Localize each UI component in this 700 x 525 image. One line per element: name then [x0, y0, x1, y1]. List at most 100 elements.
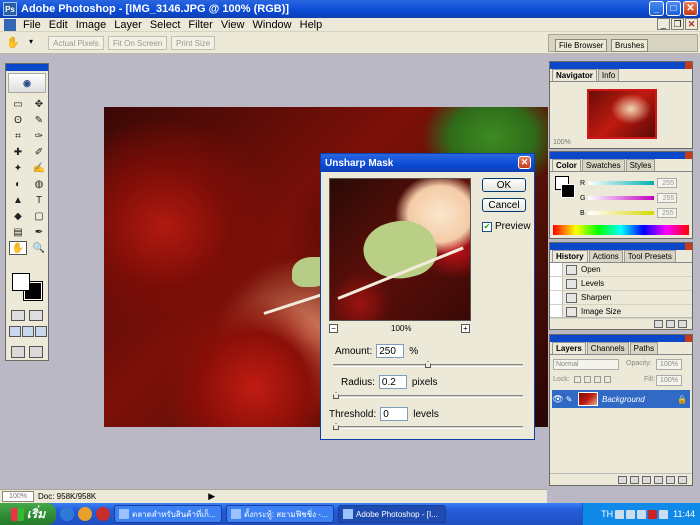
new-document-icon[interactable]	[654, 320, 663, 328]
lock-move-icon[interactable]	[594, 376, 601, 383]
amount-slider-thumb[interactable]	[425, 361, 431, 368]
maximize-button[interactable]: □	[666, 1, 681, 16]
standard-screen-mode-icon[interactable]	[9, 326, 21, 337]
marquee-tool-icon[interactable]: ▭	[9, 97, 27, 111]
trash-icon[interactable]	[678, 476, 687, 484]
green-channel-slider[interactable]	[588, 196, 655, 200]
menu-help[interactable]: Help	[296, 19, 327, 31]
tab-info[interactable]: Info	[597, 69, 620, 81]
move-tool-icon[interactable]: ✥	[30, 97, 48, 111]
amount-input[interactable]: 250	[376, 344, 405, 358]
new-snapshot-icon[interactable]	[666, 320, 675, 328]
zoom-out-button[interactable]: −	[329, 324, 338, 333]
tab-tool-presets[interactable]: Tool Presets	[623, 250, 676, 262]
type-tool-icon[interactable]: T	[30, 193, 48, 207]
ok-button[interactable]: OK	[482, 178, 526, 192]
tab-color[interactable]: Color	[552, 159, 581, 171]
trash-icon[interactable]	[678, 320, 687, 328]
menu-layer[interactable]: Layer	[110, 19, 146, 31]
tab-layers[interactable]: Layers	[552, 342, 586, 354]
doc-minimize-button[interactable]: _	[657, 18, 670, 30]
status-zoom-input[interactable]: 100%	[2, 491, 34, 502]
fill-input[interactable]: 100%	[656, 375, 682, 386]
menu-image[interactable]: Image	[72, 19, 111, 31]
tab-channels[interactable]: Channels	[586, 342, 629, 354]
history-item-open[interactable]: Open	[550, 263, 692, 277]
menu-filter[interactable]: Filter	[184, 19, 216, 31]
threshold-input[interactable]: 0	[380, 407, 409, 421]
panel-close-icon[interactable]	[685, 62, 692, 69]
minimize-button[interactable]: _	[649, 1, 664, 16]
radius-input[interactable]: 0.2	[378, 375, 407, 389]
tray-messenger-icon[interactable]	[648, 509, 658, 519]
color-panel-titlebar[interactable]	[550, 152, 692, 159]
history-panel-titlebar[interactable]	[550, 243, 692, 250]
eye-logo-icon[interactable]: ◉	[8, 73, 46, 93]
history-item-sharpen[interactable]: Sharpen	[550, 291, 692, 305]
dialog-titlebar[interactable]: Unsharp Mask ✕	[321, 154, 534, 172]
opacity-input[interactable]: 100%	[656, 359, 682, 370]
pen-tool-icon[interactable]: ◆	[9, 209, 27, 223]
tab-navigator[interactable]: Navigator	[552, 69, 597, 81]
tab-styles[interactable]: Styles	[625, 159, 656, 171]
history-brush-tool-icon[interactable]: ✍	[30, 161, 48, 175]
preview-checkbox-row[interactable]: ✔ Preview	[482, 221, 531, 232]
blue-channel-value[interactable]: 255	[656, 208, 677, 218]
layers-panel-titlebar[interactable]	[550, 335, 692, 342]
threshold-slider-thumb[interactable]	[333, 423, 339, 430]
eyedropper-tool-icon[interactable]: ✒	[30, 225, 48, 239]
gradient-tool-icon[interactable]: ◍	[30, 177, 48, 191]
eye-icon[interactable]: 👁	[552, 394, 564, 405]
toolbox-titlebar[interactable]	[6, 64, 48, 71]
brushes-tab[interactable]: Brushes	[611, 39, 649, 52]
close-button[interactable]: ✕	[683, 1, 698, 16]
navigator-thumbnail[interactable]	[587, 89, 657, 139]
slice-tool-icon[interactable]: ✑	[30, 129, 48, 143]
document-icon[interactable]	[4, 18, 16, 31]
tab-swatches[interactable]: Swatches	[581, 159, 625, 171]
cancel-button[interactable]: Cancel	[482, 198, 526, 212]
quick-mask-mode-icon[interactable]	[29, 310, 43, 321]
tab-paths[interactable]: Paths	[629, 342, 659, 354]
dialog-close-icon[interactable]: ✕	[518, 156, 531, 169]
tool-preset-dropdown-icon[interactable]: ▾	[29, 37, 33, 46]
navigator-zoom-value[interactable]: 100%	[553, 139, 571, 146]
filter-preview-image[interactable]	[329, 178, 471, 321]
brush-link-icon[interactable]: ✎	[564, 395, 574, 404]
color-spectrum-bar[interactable]	[553, 225, 689, 235]
red-channel-slider[interactable]	[588, 181, 655, 185]
magic-wand-tool-icon[interactable]: ✎	[30, 113, 48, 127]
green-channel-value[interactable]: 255	[657, 193, 678, 203]
language-indicator[interactable]: TH	[601, 509, 613, 519]
tray-network-icon[interactable]	[615, 509, 625, 519]
foreground-color-swatch[interactable]	[12, 273, 30, 291]
threshold-slider-track[interactable]	[333, 426, 523, 429]
layer-style-icon[interactable]	[618, 476, 627, 484]
zoom-in-button[interactable]: +	[461, 324, 470, 333]
radius-slider-track[interactable]	[333, 395, 523, 398]
layer-mask-icon[interactable]	[630, 476, 639, 484]
taskbar-item-browser-1[interactable]: ตลาดสำหรับสินค้าที่เก็...	[114, 505, 222, 523]
adjustment-layer-icon[interactable]	[654, 476, 663, 484]
hand-icon[interactable]: ✋	[6, 36, 20, 50]
tab-history[interactable]: History	[552, 250, 588, 262]
photoshop-app-icon[interactable]: Ps	[3, 2, 17, 16]
layer-background[interactable]: 👁 ✎ Background 🔒	[552, 390, 690, 408]
imageready-icon[interactable]	[29, 346, 43, 358]
doc-restore-button[interactable]: ❐	[671, 18, 684, 30]
color-background-swatch[interactable]	[561, 184, 575, 198]
jump-to-imageready-icon[interactable]	[11, 346, 25, 358]
status-menu-arrow-icon[interactable]: ▶	[208, 491, 215, 502]
crop-tool-icon[interactable]: ⌗	[9, 129, 27, 143]
menu-file[interactable]: File	[19, 19, 45, 31]
lock-brush-icon[interactable]	[584, 376, 591, 383]
full-screen-mode-icon[interactable]	[35, 326, 47, 337]
full-screen-menu-mode-icon[interactable]	[22, 326, 34, 337]
tab-actions[interactable]: Actions	[588, 250, 623, 262]
hand-tool-icon[interactable]: ✋	[9, 241, 27, 255]
browser-icon[interactable]	[96, 507, 110, 521]
navigator-panel-titlebar[interactable]	[550, 62, 692, 69]
menu-select[interactable]: Select	[146, 19, 185, 31]
preview-checkbox[interactable]: ✔	[482, 221, 492, 232]
path-selection-tool-icon[interactable]: ▲	[9, 193, 27, 207]
